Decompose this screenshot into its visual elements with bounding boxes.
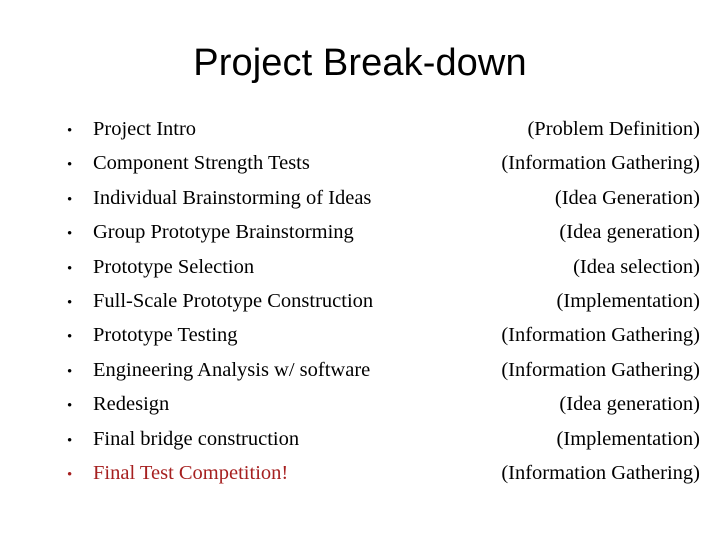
task-label: Project Intro [93, 118, 197, 140]
list-item: Project Intro (Problem Definition) [60, 112, 700, 146]
task-label: Prototype Testing [93, 324, 238, 347]
list-item: Group Prototype Brainstorming (Idea gener… [60, 215, 700, 249]
design-phase-label: (Problem Definition) [527, 118, 700, 140]
bullet-icon [60, 458, 93, 492]
list-item: Prototype Selection (Idea selection) [60, 250, 700, 284]
design-phase-label: (Idea generation) [559, 393, 700, 416]
bullet-icon [60, 183, 93, 217]
task-label: Full-Scale Prototype Construction [93, 289, 374, 312]
list-item: Redesign (Idea generation) [60, 387, 700, 421]
design-phase-label: (Idea selection) [573, 255, 700, 278]
list-item: Component Strength Tests (Information Gat… [60, 146, 700, 180]
task-label: Group Prototype Brainstorming [93, 221, 354, 244]
bullet-list: Project Intro (Problem Definition) Compone… [60, 112, 700, 490]
bullet-icon [60, 217, 93, 251]
bullet-icon [60, 114, 93, 148]
list-item: Engineering Analysis w/ software (Informa… [60, 353, 700, 387]
design-phase-label: (Information Gathering) [501, 358, 700, 381]
design-phase-label: (Idea generation) [559, 221, 700, 244]
bullet-icon [60, 148, 93, 182]
task-label: Redesign [93, 393, 170, 416]
list-item: Prototype Testing (Information Gathering) [60, 318, 700, 352]
task-label: Individual Brainstorming of Ideas [93, 186, 372, 209]
bullet-icon [60, 424, 93, 458]
list-item: Full-Scale Prototype Construction (Implem… [60, 284, 700, 318]
slide: Project Break-down Project Intro (Problem… [0, 0, 720, 540]
task-label: Final Test Competition! [93, 461, 289, 484]
bullet-icon [60, 389, 93, 423]
list-item: Final Test Competition! (Information Gath… [60, 456, 700, 490]
page-title: Project Break-down [193, 42, 527, 84]
content-placeholder: Project Intro (Problem Definition) Compone… [60, 112, 700, 490]
bullet-icon [60, 252, 93, 286]
design-phase-label: (Idea Generation) [554, 186, 700, 209]
list-item: Individual Brainstorming of Ideas (Idea G… [60, 181, 700, 215]
design-phase-label: (Implementation) [556, 427, 700, 450]
task-label: Prototype Selection [93, 255, 255, 278]
list-item: Final bridge construction (Implementation… [60, 422, 700, 456]
design-phase-label: (Information Gathering) [501, 152, 700, 175]
design-phase-label: (Information Gathering) [501, 461, 700, 484]
design-phase-label: (Implementation) [556, 289, 700, 312]
task-label: Component Strength Tests [93, 152, 310, 175]
bullet-icon [60, 320, 93, 354]
bullet-icon [60, 355, 93, 389]
task-label: Final bridge construction [93, 427, 300, 450]
design-phase-label: (Information Gathering) [501, 324, 700, 347]
task-label: Engineering Analysis w/ software [93, 358, 371, 381]
bullet-icon [60, 286, 93, 320]
